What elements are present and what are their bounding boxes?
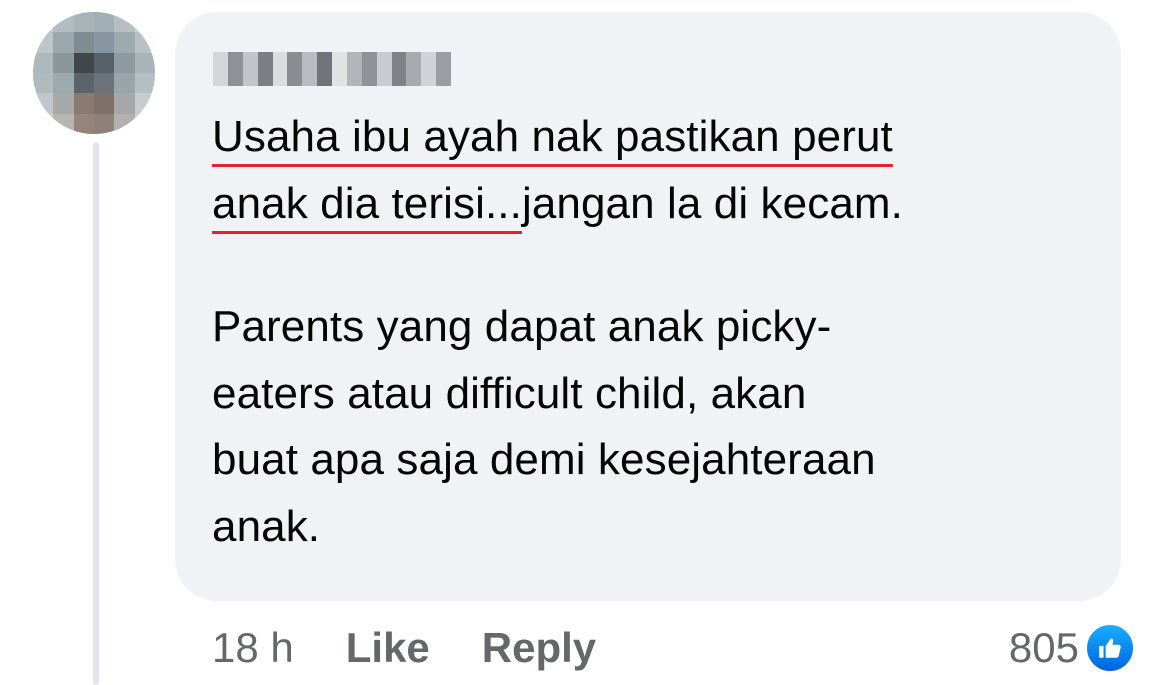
comment-paragraph: Parents yang dapat anak picky- eaters at… bbox=[212, 294, 1102, 560]
comment-line: eaters atau difficult child, akan bbox=[212, 368, 807, 418]
timestamp-link[interactable]: 18 h bbox=[212, 624, 294, 672]
comment-line: Parents yang dapat anak picky- bbox=[212, 302, 832, 351]
comment-text: Usaha ibu ayah nak pastikan perut anak d… bbox=[212, 104, 1102, 560]
comment-actions: 18 h Like Reply bbox=[212, 620, 648, 676]
like-button[interactable]: Like bbox=[346, 624, 430, 672]
comment-line: buat apa saja demi kesejahteraan bbox=[212, 435, 876, 484]
comment-bubble: Usaha ibu ayah nak pastikan perut anak d… bbox=[175, 12, 1121, 601]
comment-line: jangan la di kecam. bbox=[521, 178, 903, 228]
reply-button[interactable]: Reply bbox=[482, 624, 596, 672]
underlined-text: Usaha ibu ayah nak pastikan perut bbox=[212, 112, 893, 161]
avatar[interactable] bbox=[33, 12, 155, 134]
comment-paragraph: Usaha ibu ayah nak pastikan perut anak d… bbox=[212, 104, 1102, 237]
comment-line: anak. bbox=[212, 501, 321, 551]
thread-line bbox=[93, 142, 99, 685]
underlined-text: anak dia terisi... bbox=[212, 178, 522, 228]
reaction-summary[interactable]: 805 bbox=[1009, 620, 1135, 676]
thumbs-up-icon bbox=[1085, 623, 1135, 673]
author-name-pixelated[interactable] bbox=[213, 52, 451, 86]
reaction-count: 805 bbox=[1008, 624, 1079, 671]
